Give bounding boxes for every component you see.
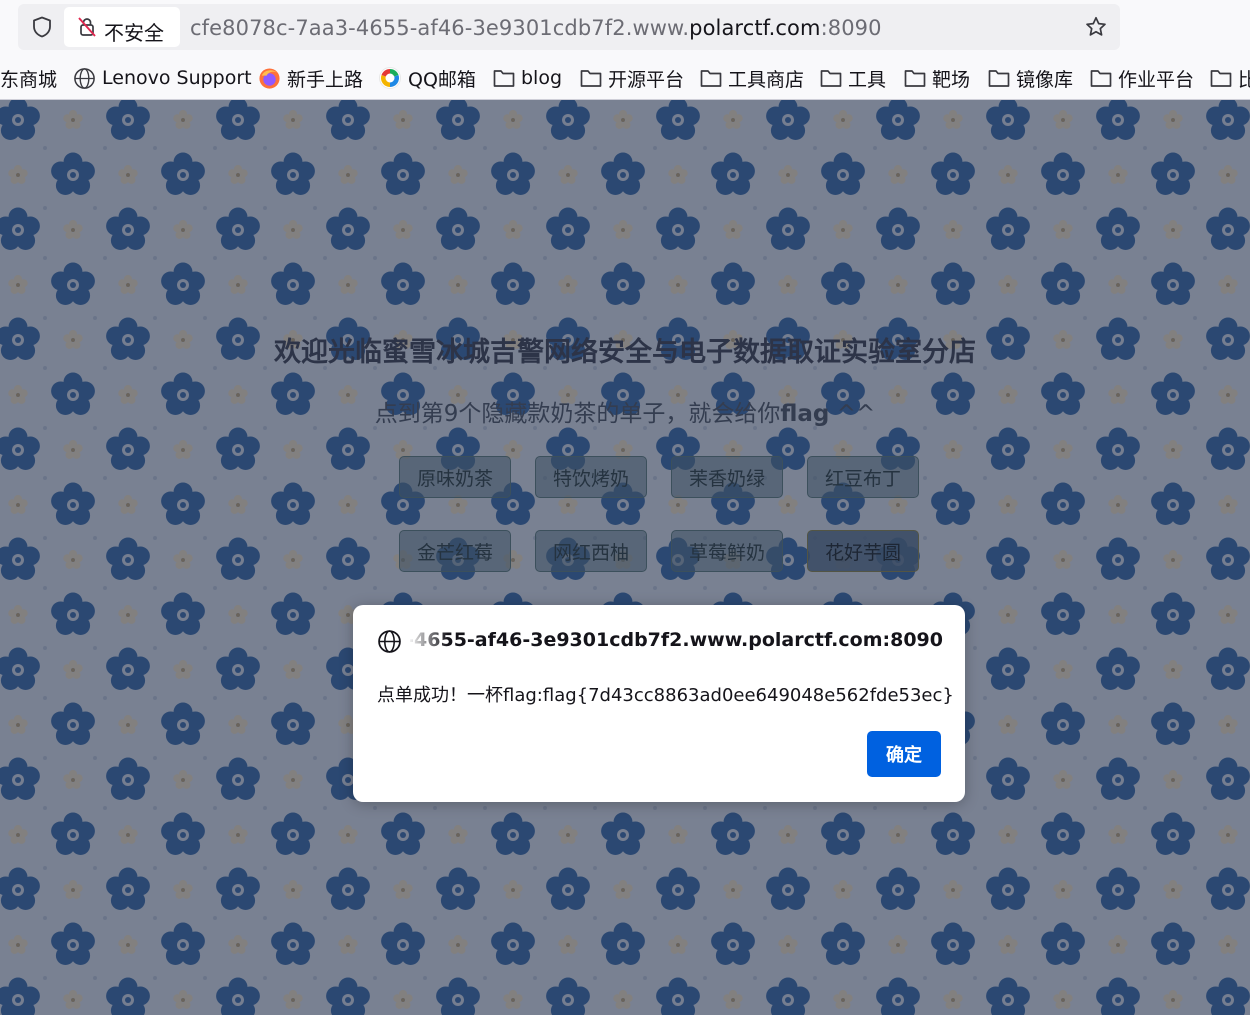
qqmail-icon — [379, 67, 401, 89]
bookmark-folder-tools[interactable]: 工具 — [820, 56, 887, 99]
bookmark-folder-blog[interactable]: blog — [493, 56, 563, 99]
folder-icon — [988, 70, 1010, 87]
bookmarks-bar: 东商城 Lenovo Support 新手上路 QQ邮箱 blog 开源平台 工… — [0, 56, 1250, 100]
bookmark-qq-mail[interactable]: QQ邮箱 — [378, 56, 476, 99]
folder-icon — [820, 70, 842, 87]
bookmark-label: 新手上路 — [287, 68, 364, 91]
folder-icon — [493, 70, 515, 87]
alert-dialog: cfe8078c-7aa3-4655-af46-3e9301cdb7f2.www… — [353, 605, 965, 802]
bookmark-label: 比 — [1238, 65, 1250, 92]
bookmark-folder-tool-shop[interactable]: 工具商店 — [700, 56, 805, 99]
dialog-origin-text: cfe8078c-7aa3-4655-af46-3e9301cdb7f2.www… — [410, 629, 943, 651]
web-page: 欢迎光临蜜雪冰城吉警网络安全与电子数据取证实验室分店 点到第9个隐藏款奶茶的单子… — [0, 100, 1250, 1015]
globe-icon — [74, 67, 95, 89]
url-prefix: cfe8078c-7aa3-4655-af46-3e9301cdb7f2.www… — [190, 16, 690, 40]
folder-icon — [1210, 70, 1232, 87]
browser-toolbar: 不安全 cfe8078c-7aa3-4655-af46-3e9301cdb7f2… — [0, 0, 1250, 56]
bookmark-label: 工具商店 — [728, 68, 805, 91]
origin-fade — [408, 627, 448, 657]
url-port: :8090 — [820, 16, 882, 40]
insecure-lock-icon — [78, 17, 96, 37]
bookmark-folder-mirror[interactable]: 镜像库 — [988, 56, 1074, 99]
bookmark-label: blog — [521, 67, 563, 89]
bookmark-label: 工具 — [848, 68, 887, 91]
url-text[interactable]: cfe8078c-7aa3-4655-af46-3e9301cdb7f2.www… — [190, 16, 882, 40]
bookmark-folder-range[interactable]: 靶场 — [904, 56, 971, 99]
bookmark-label: 作业平台 — [1118, 68, 1195, 91]
bookmark-label: Lenovo Support — [102, 67, 252, 89]
security-label: 不安全 — [104, 21, 164, 45]
shield-icon[interactable] — [30, 15, 54, 39]
folder-icon — [904, 70, 926, 87]
dialog-origin: cfe8078c-7aa3-4655-af46-3e9301cdb7f2.www… — [410, 629, 943, 655]
bookmark-label: QQ邮箱 — [408, 68, 476, 91]
modal-backdrop — [0, 100, 1250, 1015]
bookmark-folder-open-source[interactable]: 开源平台 — [580, 56, 685, 99]
bookmark-label: 开源平台 — [608, 68, 685, 91]
bookmark-folder-homework[interactable]: 作业平台 — [1090, 56, 1195, 99]
folder-icon — [1090, 70, 1112, 87]
bookmark-lenovo-support[interactable]: Lenovo Support — [73, 56, 252, 99]
bookmark-label: 镜像库 — [1016, 68, 1074, 91]
bookmark-label: 东商城 — [0, 68, 58, 91]
bookmark-folder-overflow[interactable]: 比 — [1210, 56, 1250, 99]
firefox-icon — [259, 67, 280, 89]
bookmark-star-icon[interactable] — [1084, 15, 1108, 39]
security-indicator[interactable]: 不安全 — [64, 7, 180, 47]
ok-button[interactable]: 确定 — [867, 731, 941, 777]
dialog-message: 点单成功！一杯flag:flag{7d43cc8863ad0ee649048e5… — [377, 685, 954, 706]
address-bar[interactable]: 不安全 cfe8078c-7aa3-4655-af46-3e9301cdb7f2… — [18, 4, 1120, 50]
folder-icon — [580, 70, 602, 87]
bookmark-getting-started[interactable]: 新手上路 — [258, 56, 364, 99]
url-host: polarctf.com — [689, 16, 821, 40]
globe-icon — [378, 630, 401, 653]
bookmark-label: 靶场 — [932, 68, 971, 91]
folder-icon — [700, 70, 722, 87]
bookmark-jd[interactable]: 东商城 — [0, 56, 58, 99]
